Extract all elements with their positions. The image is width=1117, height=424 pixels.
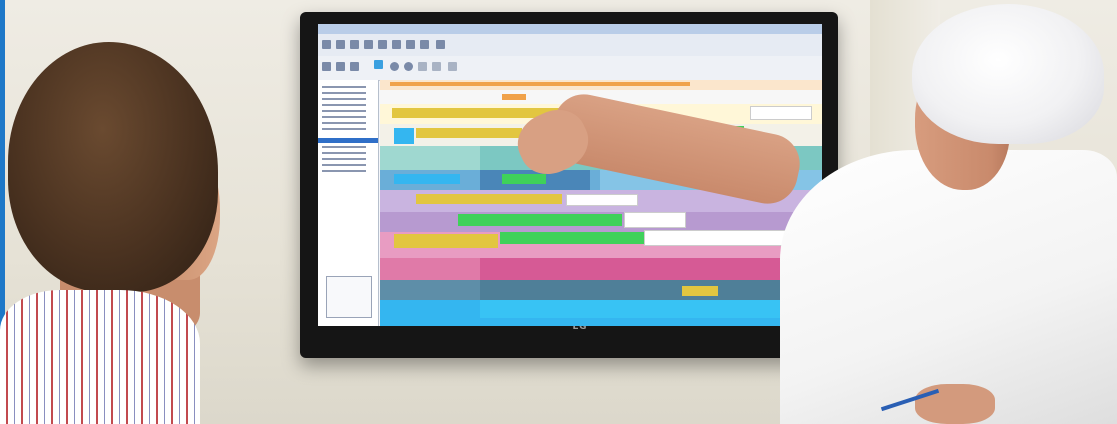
gantt-bar[interactable] xyxy=(502,94,526,100)
toolbar-row-1 xyxy=(318,34,822,56)
right-person-hairnet-cap xyxy=(912,4,1104,144)
sidebar-item[interactable] xyxy=(322,116,366,118)
left-person-plaid-shirt xyxy=(0,290,200,424)
toolbar-icon[interactable] xyxy=(390,62,399,71)
toolbar-icon[interactable] xyxy=(322,40,331,49)
gantt-tooltip xyxy=(644,230,796,246)
sidebar-item[interactable] xyxy=(322,158,366,160)
toolbar-icon[interactable] xyxy=(336,40,345,49)
gantt-bar[interactable] xyxy=(480,300,822,318)
toolbar-icon[interactable] xyxy=(448,62,457,71)
sidebar-item[interactable] xyxy=(322,146,366,148)
sidebar-item[interactable] xyxy=(322,128,366,130)
sidebar-item[interactable] xyxy=(322,164,366,166)
gantt-bar[interactable] xyxy=(390,82,690,86)
gantt-bar[interactable] xyxy=(682,286,718,296)
sidebar-item-selected[interactable] xyxy=(318,138,378,143)
sidebar-item[interactable] xyxy=(322,104,366,106)
gantt-bar[interactable] xyxy=(502,174,546,184)
gantt-bar[interactable] xyxy=(416,128,522,138)
sidebar-item[interactable] xyxy=(322,122,366,124)
sidebar-item[interactable] xyxy=(322,86,366,88)
right-person-lower-hand xyxy=(915,384,995,424)
toolbar-icon[interactable] xyxy=(406,40,415,49)
gantt-bar[interactable] xyxy=(480,258,822,280)
gantt-bar[interactable] xyxy=(566,194,638,206)
toolbar-icon[interactable] xyxy=(364,40,373,49)
gantt-bar[interactable] xyxy=(458,214,622,226)
toolbar-icon[interactable] xyxy=(392,40,401,49)
sidebar-item[interactable] xyxy=(322,110,366,112)
toolbar-icon[interactable] xyxy=(336,62,345,71)
gantt-bar[interactable] xyxy=(394,174,460,184)
toolbar-icon[interactable] xyxy=(420,40,429,49)
gantt-tooltip xyxy=(624,212,686,228)
sidebar-item[interactable] xyxy=(322,98,366,100)
right-person-white-shirt xyxy=(780,150,1117,424)
toolbar-icon[interactable] xyxy=(350,40,359,49)
gantt-tooltip xyxy=(750,106,812,120)
toolbar-icon[interactable] xyxy=(378,40,387,49)
sidebar-item[interactable] xyxy=(322,92,366,94)
gantt-bar[interactable] xyxy=(394,234,498,248)
toolbar-icon[interactable] xyxy=(374,60,383,69)
resource-sidebar xyxy=(318,80,379,326)
toolbar-icon[interactable] xyxy=(350,62,359,71)
toolbar-icon[interactable] xyxy=(322,62,331,71)
sidebar-item[interactable] xyxy=(322,152,366,154)
toolbar-icon[interactable] xyxy=(436,40,445,49)
gantt-bar[interactable] xyxy=(480,280,822,300)
window-titlebar xyxy=(318,24,822,34)
toolbar-row-2 xyxy=(318,56,822,81)
toolbar-icon[interactable] xyxy=(418,62,427,71)
gantt-bar[interactable] xyxy=(416,194,562,204)
gantt-bar[interactable] xyxy=(500,232,644,244)
gantt-bar[interactable] xyxy=(394,128,414,144)
sidebar-item[interactable] xyxy=(322,170,366,172)
toolbar-icon[interactable] xyxy=(432,62,441,71)
mini-calendar[interactable] xyxy=(326,276,372,318)
toolbar-icon[interactable] xyxy=(404,62,413,71)
